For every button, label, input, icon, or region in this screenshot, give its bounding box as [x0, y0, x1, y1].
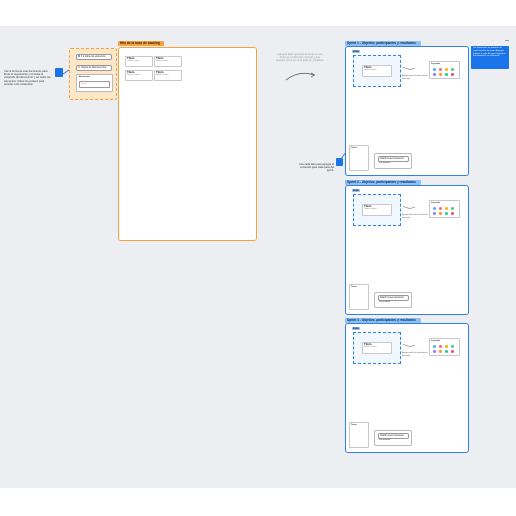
elements-section: Elementos Buscar: [76, 74, 113, 92]
legend-dot: [439, 211, 443, 216]
card-sub: Texto o ícono: [364, 69, 377, 72]
task-card[interactable]: Tarea: [349, 284, 369, 310]
legend-dot: [439, 206, 443, 211]
task-card[interactable]: Tarea: [349, 145, 369, 171]
sprint-frame[interactable]: Lista Título Texto o ícono Agregue todos…: [345, 46, 469, 176]
sprint-frame-2: Sprint 2 - Objetivo, participantes y res…: [345, 180, 469, 315]
action-group: Añadir nuevo elemento Documento: [374, 153, 412, 169]
legend-dot: [451, 349, 455, 354]
task-title: Tarea: [351, 286, 357, 288]
big-frame[interactable]: Título Texto o ícono Título Texto o ícon…: [118, 47, 257, 241]
legend-dot: [439, 344, 443, 349]
annotation-text: Agregue todos los elementos de texto aqu…: [402, 75, 428, 80]
legend-dot: [439, 67, 443, 72]
legend-box[interactable]: Leyenda: [429, 200, 460, 218]
legend-dot: [439, 349, 443, 354]
annotation-text: Agregue todos los elementos de texto aqu…: [402, 352, 428, 357]
sprint-tag: Lista: [352, 327, 360, 331]
task-card[interactable]: Tarea: [349, 422, 369, 448]
legend-dots: [430, 206, 459, 216]
card-sub: Texto o ícono: [127, 74, 140, 77]
frame-card-3[interactable]: Título Texto o ícono: [125, 70, 153, 81]
discovery-doc-button[interactable]: Tarjeta de Discovery Doc: [76, 65, 112, 71]
card-sub: Texto o ícono: [364, 346, 377, 349]
sprint-note[interactable]: Use cada fase para agregar el contenido …: [296, 163, 334, 173]
sticky-corner-mark: [505, 40, 509, 43]
document-link[interactable]: Documento: [379, 301, 405, 304]
annotation-arrow: [402, 66, 416, 70]
legend-dot: [451, 72, 455, 77]
legend-dot: [451, 67, 455, 72]
annotation-arrow: [402, 205, 416, 209]
card-sub: Texto o ícono: [156, 74, 169, 77]
action-group: Añadir nuevo elemento Documento: [374, 292, 412, 308]
list-zone[interactable]: Título Texto o ícono: [353, 55, 401, 87]
frame-card-1[interactable]: Título Texto o ícono: [125, 56, 153, 67]
legend-dot: [451, 211, 455, 216]
sprint-frame-3: Sprint 3 - Objetivo, participantes y res…: [345, 318, 469, 453]
frame-card-4[interactable]: Título Texto o ícono: [154, 70, 182, 81]
legend-dots: [430, 67, 459, 77]
card-sub: Texto o ícono: [127, 60, 140, 63]
legend-dot: [445, 67, 449, 72]
sprint-frame[interactable]: Lista Título Texto o ícono Agregue todos…: [345, 185, 469, 315]
link-icon: [78, 55, 80, 57]
document-link[interactable]: Documento: [379, 439, 405, 442]
card-sub: Texto o ícono: [156, 60, 169, 63]
legend-dot: [445, 211, 449, 216]
legend-dot: [433, 211, 437, 216]
section-label: Elementos: [79, 76, 91, 78]
annotation-text: Agregue todos los elementos de texto aqu…: [402, 214, 428, 219]
legend-dot: [451, 344, 455, 349]
legend-dots: [430, 344, 459, 354]
list-card[interactable]: Título Texto o ícono: [362, 65, 392, 77]
button1-label: Ir a todos los elementos: [81, 56, 106, 58]
all-elements-button[interactable]: Ir a todos los elementos: [76, 54, 112, 60]
card-sub: Texto o ícono: [364, 208, 377, 211]
button2-label: Tarjeta de Discovery Doc: [81, 67, 107, 69]
legend-dot: [445, 72, 449, 77]
search-input[interactable]: Buscar: [79, 80, 110, 88]
legend-dot: [445, 206, 449, 211]
list-zone[interactable]: Título Texto o ícono: [353, 194, 401, 226]
legend-dot: [433, 206, 437, 211]
legend-dot: [433, 72, 437, 77]
big-frame-title[interactable]: Hilo de la base de backlog: [118, 41, 164, 46]
legend-dot: [445, 349, 449, 354]
sticky-note[interactable]: Los elementos se pueden ver como tarjeta…: [471, 46, 509, 69]
sticky-text: Los elementos se pueden ver como tarjeta…: [473, 47, 506, 58]
orange-panel[interactable]: Ir a todos los elementos Tarjeta de Disc…: [69, 48, 117, 100]
doc-icon: [78, 66, 80, 68]
middle-note[interactable]: Agregue aquí ejemplos de texto en una lí…: [275, 53, 325, 63]
sprint-frame[interactable]: Lista Título Texto o ícono Agregue todos…: [345, 323, 469, 453]
legend-dot: [451, 206, 455, 211]
list-zone[interactable]: Título Texto o ícono: [353, 332, 401, 364]
legend-dot: [445, 344, 449, 349]
legend-box[interactable]: Leyenda: [429, 338, 460, 356]
task-title: Tarea: [351, 147, 357, 149]
sprint-frame-1: Sprint 1 - Objetivo, participantes y res…: [345, 41, 469, 176]
legend-dot: [439, 72, 443, 77]
frame-card-2[interactable]: Título Texto o ícono: [154, 56, 182, 67]
action-group: Añadir nuevo elemento Documento: [374, 430, 412, 446]
curved-arrow: [285, 72, 316, 81]
left-note[interactable]: Use la forma de este documento para llev…: [4, 70, 54, 86]
legend-dot: [433, 344, 437, 349]
sprint-tag: Lista: [352, 189, 360, 193]
legend-box[interactable]: Leyenda: [429, 61, 460, 79]
task-title: Tarea: [351, 424, 357, 426]
legend-dot: [433, 67, 437, 72]
document-link[interactable]: Documento: [379, 162, 405, 165]
legend-dot: [433, 349, 437, 354]
annotation-arrow: [402, 343, 416, 347]
sprint-tag: Lista: [352, 50, 360, 54]
list-card[interactable]: Título Texto o ícono: [362, 204, 392, 216]
list-card[interactable]: Título Texto o ícono: [362, 342, 392, 354]
